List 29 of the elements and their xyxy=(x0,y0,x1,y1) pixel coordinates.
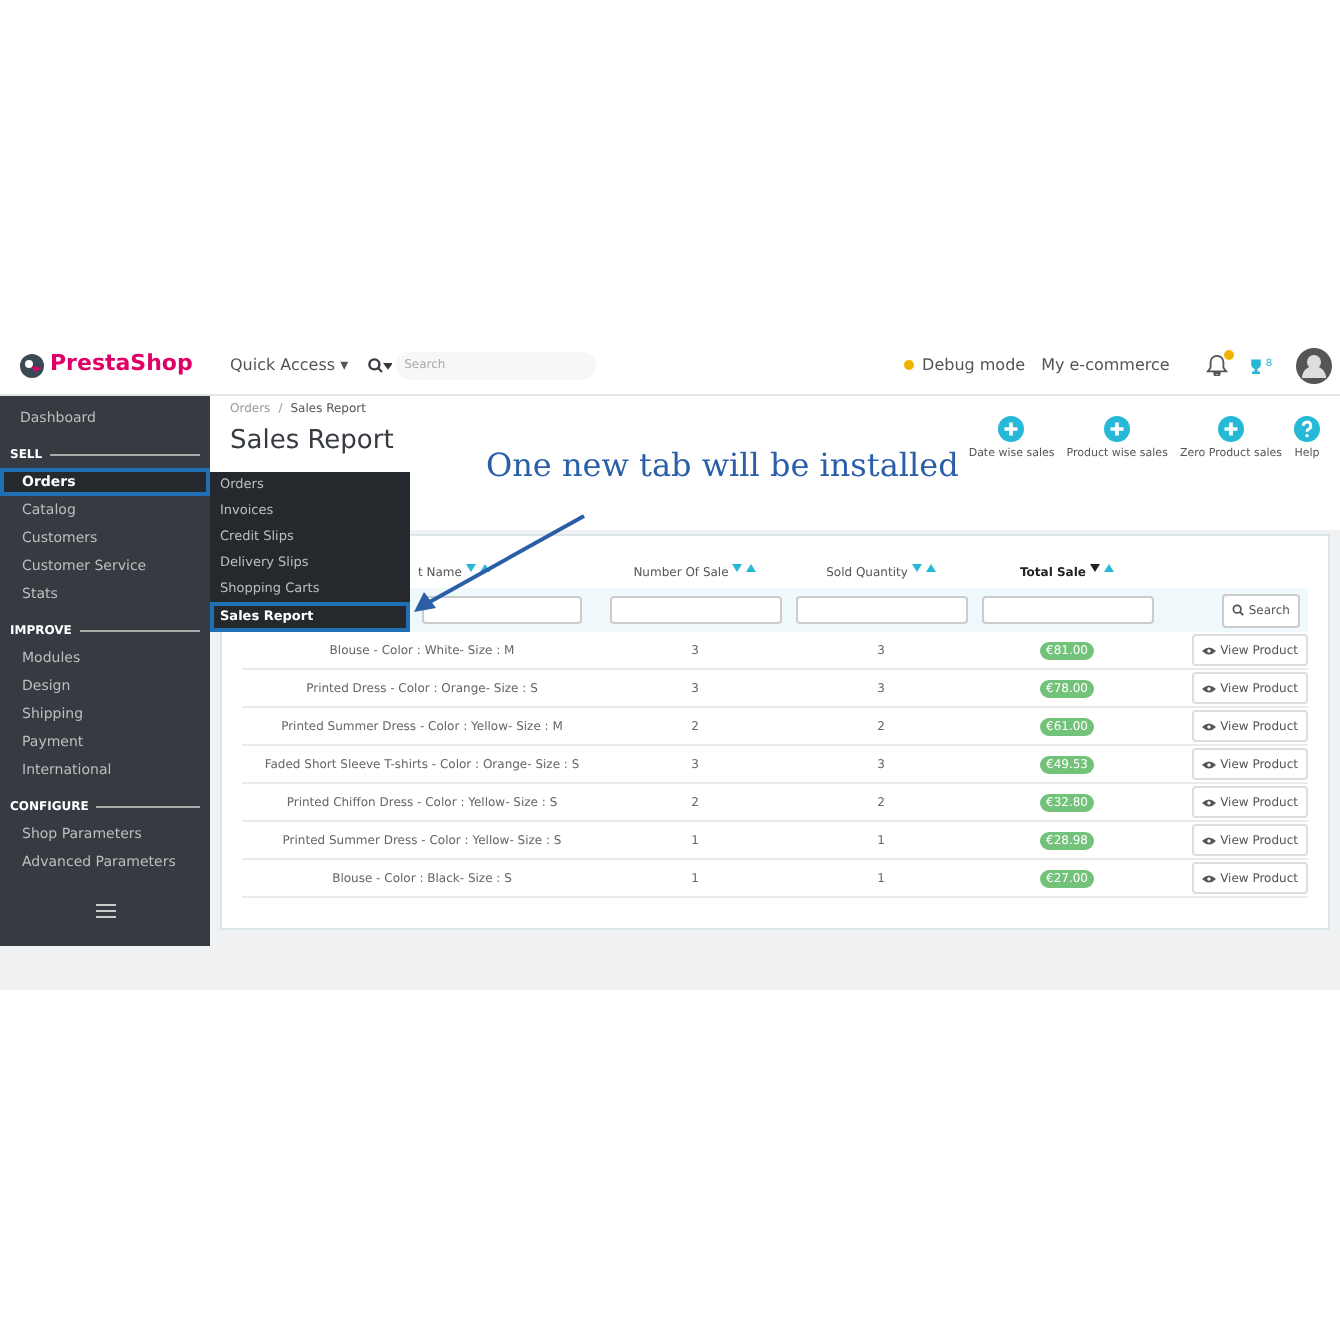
avatar-icon[interactable] xyxy=(1296,347,1332,383)
eye-icon xyxy=(1202,683,1217,693)
eye-icon xyxy=(1202,835,1217,845)
filter-field[interactable] xyxy=(422,596,582,624)
page-title: Sales Report xyxy=(230,424,394,460)
eye-icon xyxy=(1202,797,1217,807)
eye-icon xyxy=(1202,721,1217,731)
plus-circle-icon xyxy=(1104,416,1131,442)
quick-access-menu[interactable]: Quick Access ▾ xyxy=(230,353,349,377)
eye-icon xyxy=(1202,873,1217,883)
plus-circle-icon xyxy=(1217,416,1244,442)
eye-icon xyxy=(1202,645,1217,655)
search-icon[interactable] xyxy=(368,357,393,373)
sort-icon[interactable] xyxy=(1089,563,1114,573)
debug-mode-label[interactable]: Debug mode xyxy=(922,353,1026,377)
logo-text[interactable]: PrestaShop xyxy=(50,348,193,382)
sort-icon[interactable] xyxy=(465,563,490,573)
puffin-logo-icon xyxy=(20,353,44,377)
help-icon xyxy=(1294,416,1320,442)
filter-field[interactable] xyxy=(795,596,967,624)
shop-link[interactable]: My e-commerce xyxy=(1041,353,1170,377)
menu-icon[interactable] xyxy=(95,904,115,918)
filter-field[interactable] xyxy=(981,596,1153,624)
bell-icon[interactable] xyxy=(1205,354,1228,376)
eye-icon xyxy=(1202,759,1217,769)
filter-field[interactable] xyxy=(609,596,781,624)
plus-circle-icon xyxy=(998,416,1025,442)
search-icon xyxy=(1232,604,1245,616)
annotation-text: One new tab will be installed xyxy=(486,444,959,488)
